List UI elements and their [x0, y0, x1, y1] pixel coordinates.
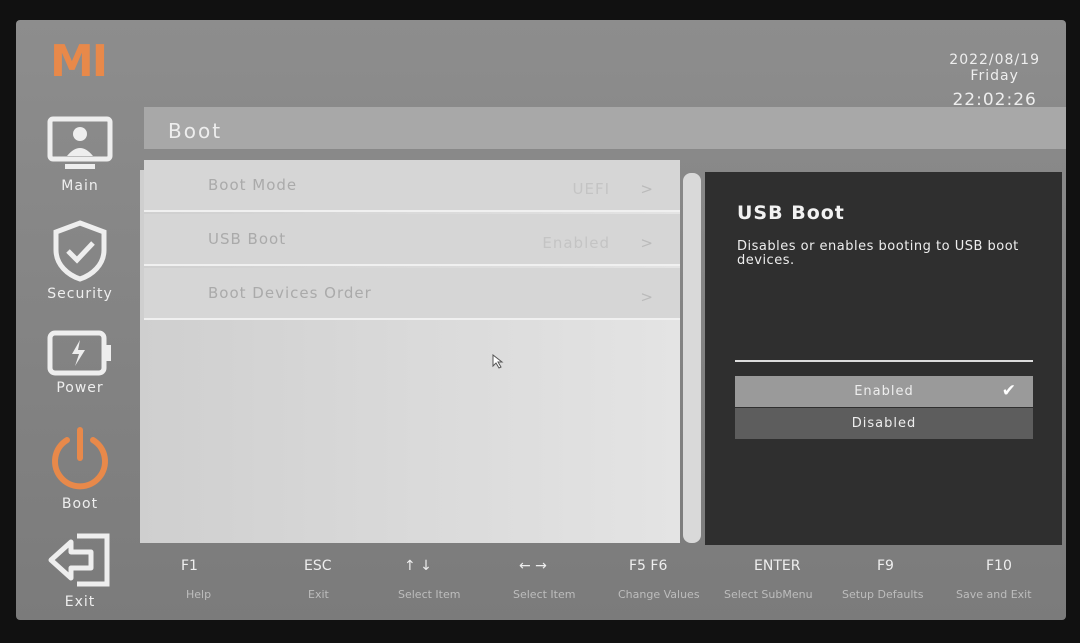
sidebar-item-exit[interactable]: Exit — [16, 530, 144, 610]
scrollbar[interactable] — [683, 173, 701, 543]
settings-list: Boot Mode UEFI > USB Boot Enabled > Boot… — [140, 160, 680, 543]
chevron-right-icon: > — [640, 180, 654, 198]
day: Friday — [970, 68, 1019, 84]
datetime: 2022/08/19 Friday 22:02:26 — [949, 52, 1040, 110]
key-f10: F10 — [986, 558, 1012, 574]
bios-screen: MI 2022/08/19 Friday 22:02:26 Main Secur… — [16, 20, 1066, 620]
date: 2022/08/19 — [949, 52, 1040, 68]
setting-usb-boot[interactable]: USB Boot Enabled > — [144, 214, 680, 266]
time: 22:02:26 — [952, 90, 1037, 110]
key-enter: ENTER — [754, 558, 801, 574]
monitor-user-icon — [47, 116, 113, 169]
divider — [735, 360, 1033, 362]
chevron-right-icon: > — [640, 288, 654, 306]
setting-boot-devices-order[interactable]: Boot Devices Order > — [144, 268, 680, 320]
sidebar-item-main[interactable]: Main — [16, 116, 144, 194]
setting-boot-mode[interactable]: Boot Mode UEFI > — [144, 160, 680, 212]
key-up-down: ↑ ↓ — [404, 558, 432, 574]
sidebar-item-power[interactable]: Power — [16, 330, 144, 396]
key-left-right: ← → — [519, 558, 547, 574]
chevron-right-icon: > — [640, 234, 654, 252]
mouse-cursor-icon — [492, 354, 504, 369]
sidebar: Main Security Power Boot Exit — [16, 104, 144, 620]
exit-arrow-icon — [48, 533, 110, 587]
key-f5-f6: F5 F6 — [629, 558, 668, 574]
sidebar-item-boot[interactable]: Boot — [16, 426, 144, 512]
key-legend: F1 Help ESC Exit ↑ ↓ Select Item ← → Sel… — [181, 558, 1032, 601]
option-enabled[interactable]: Enabled ✔ — [735, 376, 1033, 407]
mi-logo: MI — [50, 36, 108, 87]
help-title: USB Boot — [737, 202, 845, 224]
key-f9: F9 — [877, 558, 894, 574]
battery-icon — [47, 330, 111, 376]
page-title: Boot — [144, 107, 1066, 149]
key-f1: F1 — [181, 558, 198, 574]
checkmark-icon: ✔ — [1001, 381, 1017, 401]
shield-check-icon — [53, 220, 107, 282]
help-panel: USB Boot Disables or enables booting to … — [705, 172, 1062, 545]
key-esc: ESC — [304, 558, 332, 574]
help-description: Disables or enables booting to USB boot … — [737, 239, 1019, 268]
power-icon — [52, 427, 108, 490]
option-disabled[interactable]: Disabled — [735, 408, 1033, 439]
sidebar-item-security[interactable]: Security — [16, 220, 144, 302]
